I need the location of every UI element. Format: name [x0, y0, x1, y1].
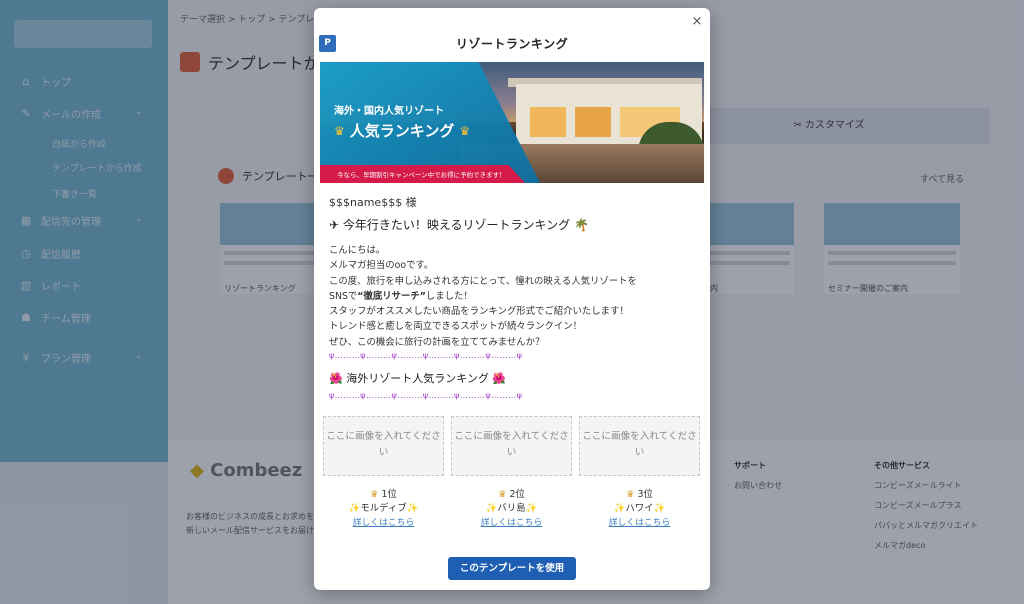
ranking-item-1: ♛ 1位 ✨モルディブ✨ 詳しくはこちら [323, 488, 444, 530]
airplane-icon: ✈ [329, 218, 340, 232]
crown-icon: ♛ [334, 123, 345, 138]
greeting: $$$name$$$ 様 [329, 196, 417, 209]
rank-position: ♛ 3位 [579, 488, 700, 502]
banner-subtitle: 海外・国内人気リゾート [334, 106, 444, 117]
crown-icon: ♛ [370, 489, 379, 500]
email-paragraph: こんにちは。 メルマガ担当のooです。 この度、旅行を申し込みされる方にとって、… [329, 243, 637, 350]
sparkle-icon: ✨ [613, 503, 626, 514]
rank-name: ✨バリ島✨ [451, 502, 572, 516]
crown-icon: ♛ [459, 123, 471, 138]
paragraph-fragment: SNSで [329, 290, 358, 302]
hibiscus-icon: 🌺 [492, 372, 507, 385]
rank-position-text: 2位 [509, 489, 525, 500]
details-link[interactable]: 詳しくはこちら [451, 516, 572, 530]
section-title: 🌺 海外リゾート人気ランキング 🌺 [329, 370, 506, 386]
details-link[interactable]: 詳しくはこちら [323, 516, 444, 530]
paragraph-line: SNSで“徹底リサーチ”しました！ [329, 289, 637, 304]
crown-icon: ♛ [498, 489, 507, 500]
banner-heading: ♛ 人気ランキング ♛ [334, 120, 470, 141]
hibiscus-icon: 🌺 [329, 372, 343, 385]
paragraph-fragment: しました！ [425, 290, 473, 302]
headline-text: 今年行きたい！映えるリゾートランキング [342, 218, 571, 232]
modal-title: リゾートランキング [455, 37, 569, 51]
image-placeholder[interactable]: ここに画像を入れてください [451, 416, 572, 476]
divider-ornament: ψ………ψ………ψ………ψ………ψ………ψ………ψ [329, 351, 523, 360]
banner-image: 海外・国内人気リゾート ♛ 人気ランキング ♛ 今なら、早期割引キャンペーン中で… [320, 62, 704, 183]
banner-window [530, 107, 566, 137]
ranking-item-2: ♛ 2位 ✨バリ島✨ 詳しくはこちら [451, 488, 572, 530]
banner-footer-text: 今なら、早期割引キャンペーン中でお得に予約できます！ [337, 171, 506, 179]
divider-ornament: ψ………ψ………ψ………ψ………ψ………ψ………ψ [329, 391, 523, 400]
rank-name-text: ハワイ [625, 503, 654, 514]
image-placeholder[interactable]: ここに画像を入れてください [579, 416, 700, 476]
sparkle-icon: ✨ [525, 503, 538, 514]
use-template-button[interactable]: このテンプレートを使用 [448, 557, 576, 580]
palm-tree-icon: 🌴 [574, 218, 589, 232]
rank-position-text: 1位 [381, 489, 397, 500]
rank-name-text: モルディブ [360, 503, 407, 514]
sparkle-icon: ✨ [653, 503, 666, 514]
section-title-text: 海外リゾート人気ランキング [346, 372, 489, 385]
paragraph-line: トレンド感と癒しを両立できるスポットが続々ランクイン！ [329, 321, 582, 333]
rank-position: ♛ 2位 [451, 488, 572, 502]
rank-position-text: 3位 [637, 489, 653, 500]
rank-name-text: バリ島 [497, 503, 526, 514]
crown-icon: ♛ [626, 489, 635, 500]
ranking-item-3: ♛ 3位 ✨ハワイ✨ 詳しくはこちら [579, 488, 700, 530]
image-placeholder[interactable]: ここに画像を入れてください [323, 416, 444, 476]
details-link[interactable]: 詳しくはこちら [579, 516, 700, 530]
rank-position: ♛ 1位 [323, 488, 444, 502]
sparkle-icon: ✨ [348, 503, 361, 514]
email-headline: ✈ 今年行きたい！映えるリゾートランキング 🌴 [329, 216, 589, 233]
rank-name: ✨ハワイ✨ [579, 502, 700, 516]
sparkle-icon: ✨ [406, 503, 419, 514]
sparkle-icon: ✨ [485, 503, 498, 514]
paragraph-line: こんにちは。 [329, 245, 386, 256]
close-icon[interactable]: × [690, 14, 704, 29]
template-preview-modal: P × リゾートランキング 海外・国内人気リゾート ♛ 人気ランキング ♛ 今な… [314, 8, 710, 590]
paragraph-emphasis: “徹底リサーチ” [357, 290, 426, 302]
rank-name: ✨モルディブ✨ [323, 502, 444, 516]
banner-main-text: 人気ランキング [349, 122, 455, 140]
paragraph-line: この度、旅行を申し込みされる方にとって、憧れの映える人気リゾートを [329, 275, 637, 287]
paragraph-line: ぜひ、この機会に旅行の計画を立ててみませんか？ [329, 336, 545, 348]
paragraph-line: スタッフがオススメしたい商品をランキング形式でご紹介いたします！ [329, 306, 629, 318]
paragraph-line: メルマガ担当のooです。 [329, 260, 434, 272]
banner-window [575, 107, 611, 137]
